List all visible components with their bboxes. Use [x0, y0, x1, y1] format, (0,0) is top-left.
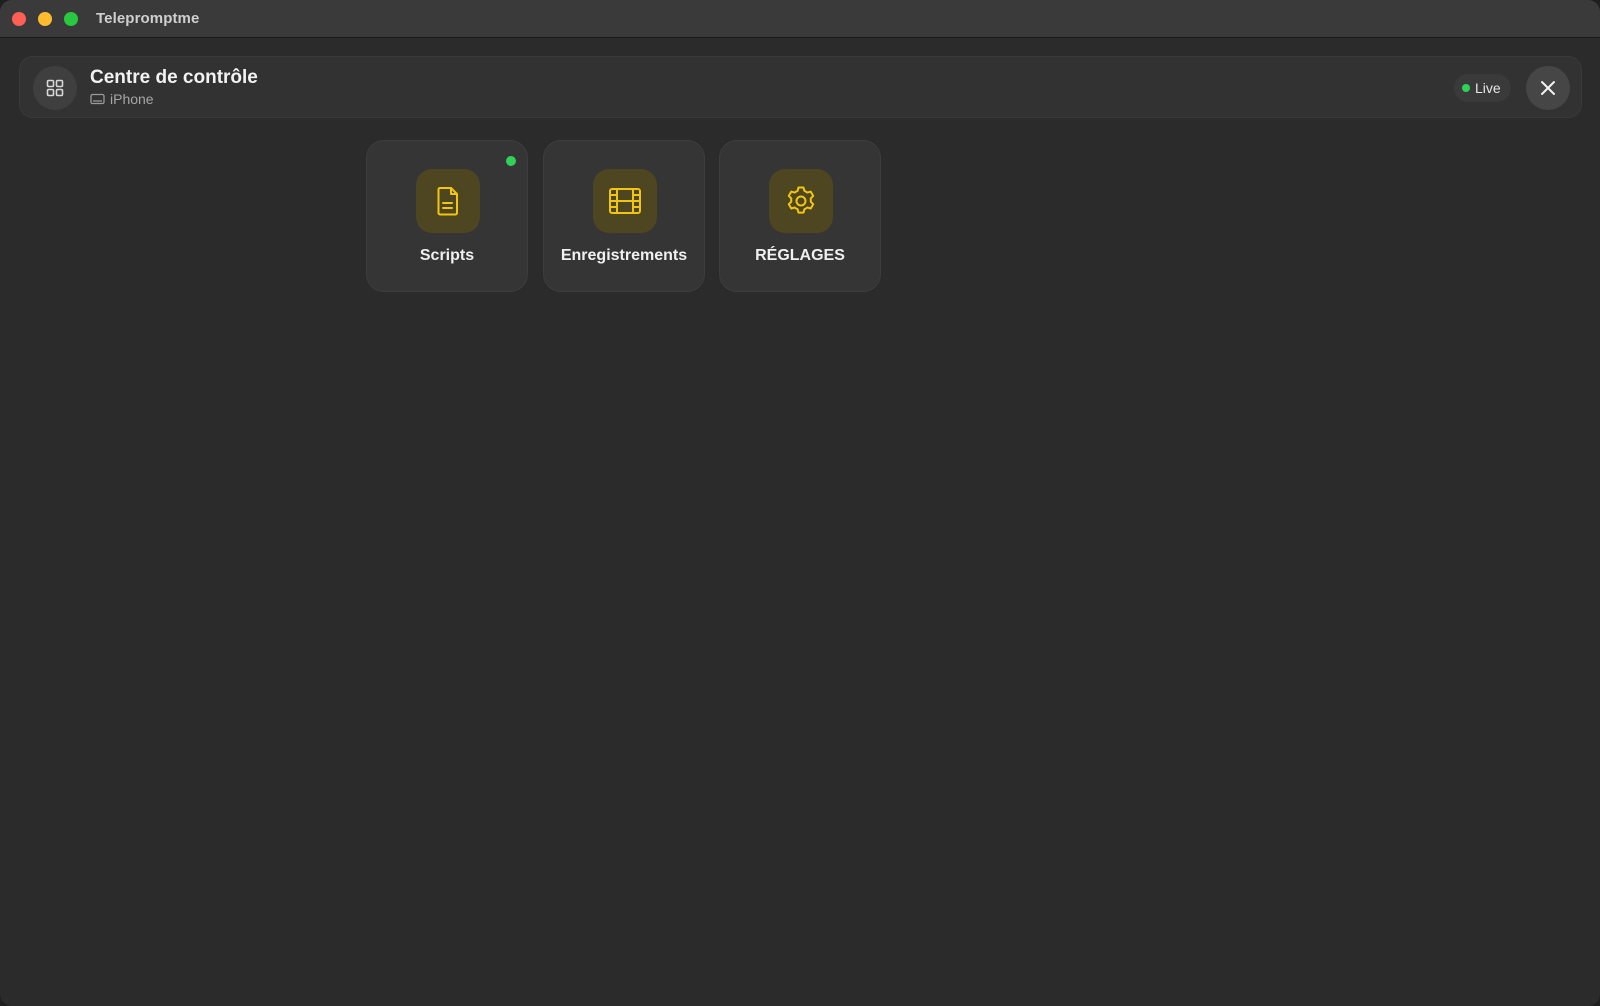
- title-bar: Telepromptme: [0, 0, 1600, 38]
- tile-icon-box: [769, 169, 833, 233]
- page-title: Centre de contrôle: [90, 67, 258, 88]
- device-name: iPhone: [110, 91, 154, 107]
- close-icon: [1541, 81, 1555, 95]
- grid-icon: [46, 79, 64, 97]
- close-button[interactable]: [1526, 66, 1570, 110]
- tile-settings[interactable]: RÉGLAGES: [719, 140, 881, 292]
- device-indicator: iPhone: [90, 91, 154, 107]
- document-icon: [437, 187, 458, 216]
- live-badge: Live: [1454, 74, 1511, 102]
- tile-label: Enregistrements: [560, 247, 688, 264]
- device-icon: [90, 93, 105, 105]
- window-maximize-button[interactable]: [64, 12, 78, 26]
- grid-button[interactable]: [33, 66, 77, 110]
- film-icon: [609, 188, 641, 214]
- window-minimize-button[interactable]: [38, 12, 52, 26]
- status-indicator-dot: [506, 156, 516, 166]
- tile-scripts[interactable]: Scripts: [366, 140, 528, 292]
- tile-recordings[interactable]: Enregistrements: [543, 140, 705, 292]
- control-center-header: Centre de contrôle iPhone Live: [19, 56, 1582, 118]
- tile-label: RÉGLAGES: [755, 247, 845, 264]
- app-window: Telepromptme Centre de contrôle iPhone L…: [0, 0, 1600, 1006]
- tile-icon-box: [416, 169, 480, 233]
- tile-icon-box: [593, 169, 657, 233]
- app-title: Telepromptme: [96, 10, 200, 27]
- live-label: Live: [1475, 80, 1501, 96]
- gear-icon: [787, 186, 815, 214]
- window-close-button[interactable]: [12, 12, 26, 26]
- tile-label: Scripts: [419, 247, 475, 264]
- live-dot: [1462, 84, 1470, 92]
